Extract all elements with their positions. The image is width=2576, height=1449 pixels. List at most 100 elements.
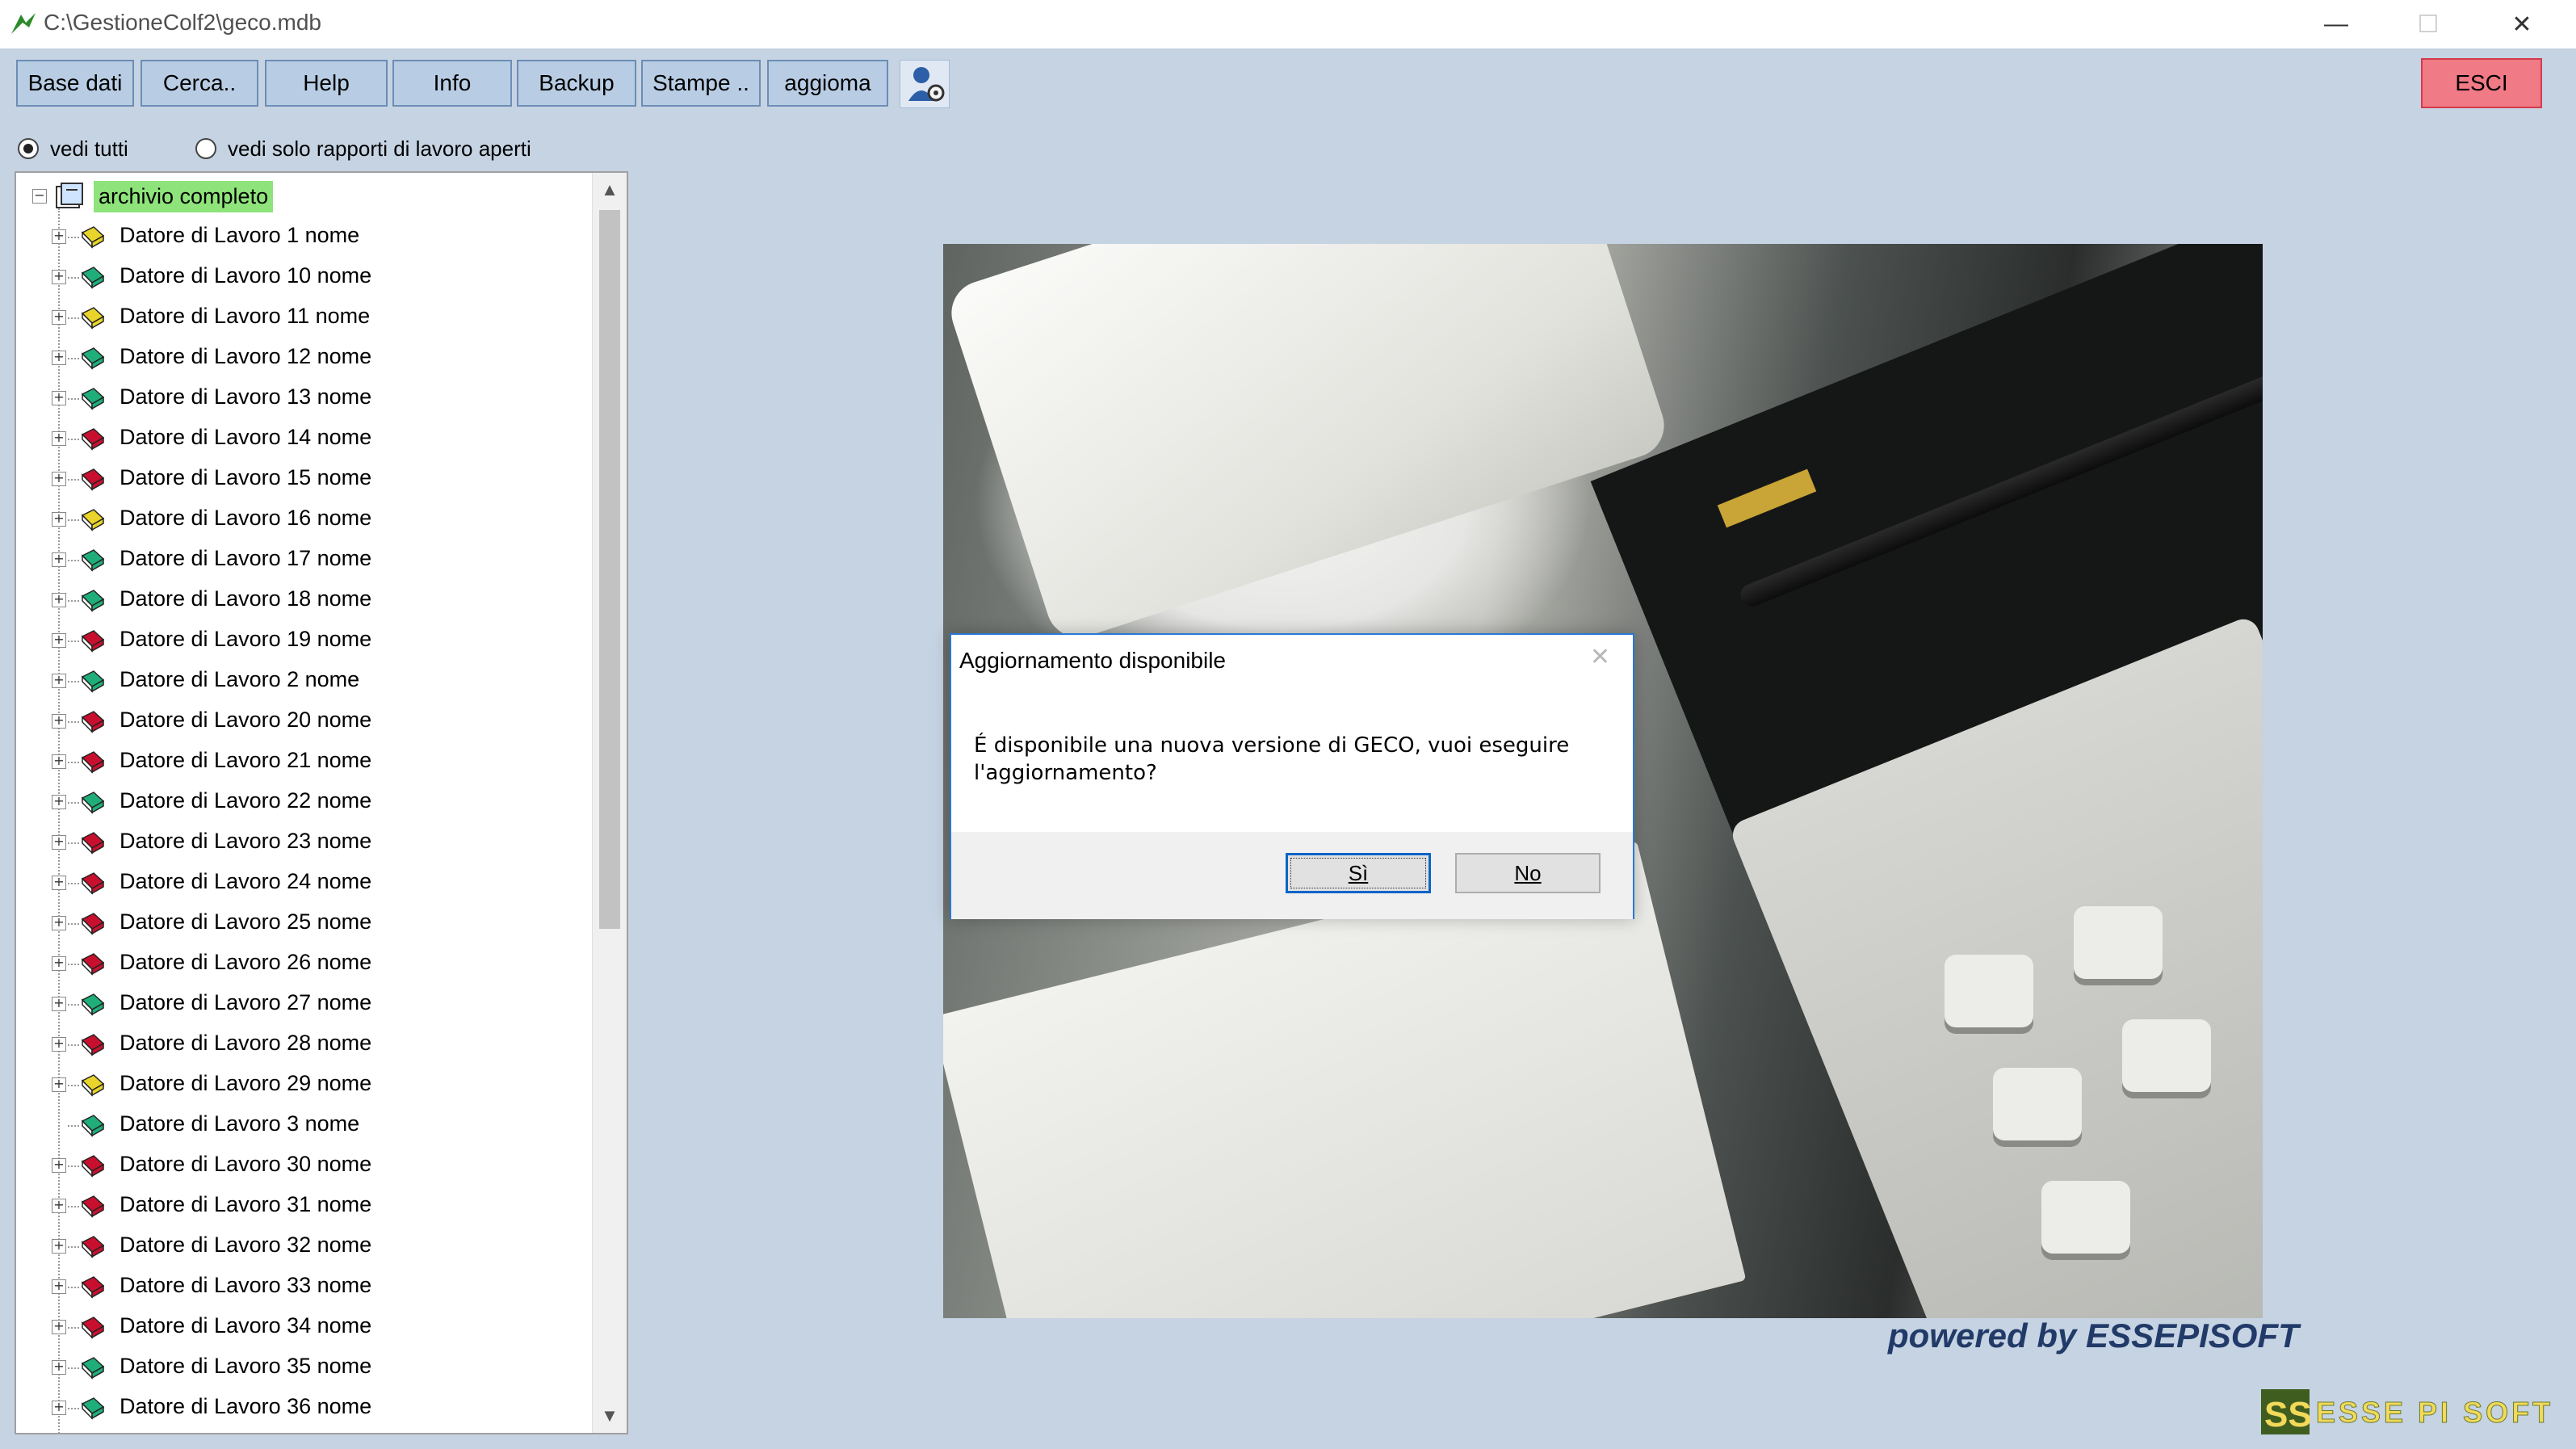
cerca-button[interactable]: Cerca.. [141, 60, 258, 107]
tree-item[interactable]: + Datore di Lavoro 32 nome [16, 1226, 598, 1266]
expand-icon[interactable]: + [52, 795, 66, 809]
expand-icon[interactable]: + [52, 310, 66, 325]
user-settings-button[interactable] [900, 60, 950, 108]
tree-item[interactable]: + Datore di Lavoro 16 nome [16, 499, 598, 540]
tree-item[interactable]: + Datore di Lavoro 26 nome [16, 943, 598, 984]
tree-connector [68, 317, 79, 319]
scroll-down-icon[interactable]: ▼ [593, 1399, 627, 1433]
green-book-icon [81, 1357, 105, 1380]
expand-icon[interactable]: + [52, 552, 66, 567]
tree-scrollbar[interactable]: ▲ ▼ [592, 173, 627, 1433]
tree-connector [68, 1166, 79, 1167]
aggioma-button[interactable]: aggioma [767, 60, 888, 107]
stampe-button[interactable]: Stampe .. [641, 60, 761, 107]
tree-item[interactable]: + Datore di Lavoro 36 nome [16, 1388, 598, 1428]
tree-item[interactable]: + Datore di Lavoro 33 nome [16, 1266, 598, 1307]
red-book-icon [81, 832, 105, 855]
tree-item[interactable]: + Datore di Lavoro 27 nome [16, 984, 598, 1024]
expand-icon[interactable]: + [52, 1037, 66, 1052]
expand-icon[interactable]: + [52, 512, 66, 527]
expand-icon[interactable]: + [52, 1077, 66, 1092]
tree-item[interactable]: + Datore di Lavoro 30 nome [16, 1145, 598, 1186]
info-button[interactable]: Info [392, 60, 512, 107]
tree-item[interactable]: + Datore di Lavoro 25 nome [16, 903, 598, 943]
no-button[interactable]: No [1455, 853, 1601, 893]
tree-root[interactable]: − archivio completo [32, 178, 274, 215]
tree-item[interactable]: + Datore di Lavoro 29 nome [16, 1065, 598, 1105]
green-book-icon [81, 1397, 105, 1420]
expand-icon[interactable]: + [52, 351, 66, 365]
expand-icon[interactable]: + [52, 1360, 66, 1375]
expand-icon[interactable]: + [52, 916, 66, 930]
expand-icon[interactable]: + [52, 876, 66, 890]
tree-connector [68, 883, 79, 884]
tree-item[interactable]: + Datore di Lavoro 34 nome [16, 1307, 598, 1347]
scroll-thumb[interactable] [599, 210, 620, 929]
tree-item[interactable]: Datore di Lavoro 3 nome [16, 1105, 598, 1145]
tree-item[interactable]: + Datore di Lavoro 20 nome [16, 701, 598, 741]
tree-item-label: Datore di Lavoro 34 nome [120, 1313, 372, 1338]
tree-item[interactable]: + Datore di Lavoro 1 nome [16, 216, 598, 257]
expand-icon[interactable]: + [52, 714, 66, 729]
dialog-close-icon[interactable]: ✕ [1590, 643, 1610, 671]
tree-item[interactable]: + Datore di Lavoro 28 nome [16, 1024, 598, 1065]
expand-icon[interactable]: + [52, 754, 66, 769]
minimize-button[interactable]: — [2292, 0, 2381, 48]
collapse-icon[interactable]: − [32, 189, 47, 204]
expand-icon[interactable]: + [52, 633, 66, 648]
tree-item[interactable]: + Datore di Lavoro 19 nome [16, 620, 598, 661]
expand-icon[interactable]: + [52, 1199, 66, 1213]
yes-button[interactable]: Sì [1286, 853, 1431, 893]
backup-button[interactable]: Backup [517, 60, 636, 107]
tree-item[interactable]: + Datore di Lavoro 2 nome [16, 661, 598, 701]
expand-icon[interactable]: + [52, 956, 66, 971]
expand-icon[interactable]: + [52, 674, 66, 688]
expand-icon[interactable]: + [52, 229, 66, 244]
tree-root-label[interactable]: archivio completo [94, 180, 274, 212]
maximize-button[interactable]: ☐ [2384, 0, 2473, 48]
tree-item[interactable]: + Datore di Lavoro 17 nome [16, 540, 598, 580]
expand-icon[interactable]: + [52, 1158, 66, 1173]
tree-item[interactable]: + Datore di Lavoro 22 nome [16, 782, 598, 822]
tree-item[interactable]: + Datore di Lavoro 15 nome [16, 459, 598, 499]
tree-item[interactable]: + Datore di Lavoro 11 nome [16, 297, 598, 338]
expand-icon[interactable]: + [52, 431, 66, 446]
tree-item[interactable]: + Datore di Lavoro 35 nome [16, 1347, 598, 1388]
radio-show-open-only[interactable]: vedi solo rapporti di lavoro aperti [195, 132, 531, 165]
expand-icon[interactable]: + [52, 1239, 66, 1254]
green-book-icon [81, 993, 105, 1016]
tree-item[interactable]: + Datore di Lavoro 13 nome [16, 378, 598, 418]
tree-item[interactable]: + Datore di Lavoro 23 nome [16, 822, 598, 863]
tree-item[interactable]: + Datore di Lavoro 12 nome [16, 338, 598, 378]
red-book-icon [81, 1236, 105, 1258]
exit-button[interactable]: ESCI [2421, 58, 2542, 108]
expand-icon[interactable]: + [52, 997, 66, 1011]
green-book-icon [81, 267, 105, 289]
expand-icon[interactable]: + [52, 1401, 66, 1415]
expand-icon[interactable]: + [52, 1279, 66, 1294]
expand-icon[interactable]: + [52, 270, 66, 284]
help-button[interactable]: Help [265, 60, 388, 107]
tree-item[interactable]: + Datore di Lavoro 10 nome [16, 257, 598, 297]
expand-icon[interactable]: + [52, 1320, 66, 1334]
yellow-book-icon [81, 1074, 105, 1097]
tree-item[interactable]: + Datore di Lavoro 14 nome [16, 418, 598, 459]
radio-show-all[interactable]: vedi tutti [18, 132, 128, 165]
close-window-button[interactable]: ✕ [2477, 0, 2566, 48]
employer-tree[interactable]: − archivio completo + Datore di Lavoro 1 … [15, 171, 628, 1434]
expand-icon[interactable]: + [52, 472, 66, 486]
base-dati-button[interactable]: Base dati [16, 60, 134, 107]
red-book-icon [81, 1317, 105, 1339]
tree-connector [68, 802, 79, 804]
expand-icon[interactable]: + [52, 593, 66, 607]
tree-item[interactable]: + Datore di Lavoro 31 nome [16, 1186, 598, 1226]
green-book-icon [81, 670, 105, 693]
scroll-up-icon[interactable]: ▲ [593, 173, 627, 207]
tree-item[interactable]: + Datore di Lavoro 18 nome [16, 580, 598, 620]
radio-show-all-circle[interactable] [18, 138, 39, 159]
tree-item[interactable]: + Datore di Lavoro 24 nome [16, 863, 598, 903]
expand-icon[interactable]: + [52, 835, 66, 850]
tree-item[interactable]: + Datore di Lavoro 21 nome [16, 741, 598, 782]
radio-show-open-only-circle[interactable] [195, 138, 216, 159]
expand-icon[interactable]: + [52, 391, 66, 405]
